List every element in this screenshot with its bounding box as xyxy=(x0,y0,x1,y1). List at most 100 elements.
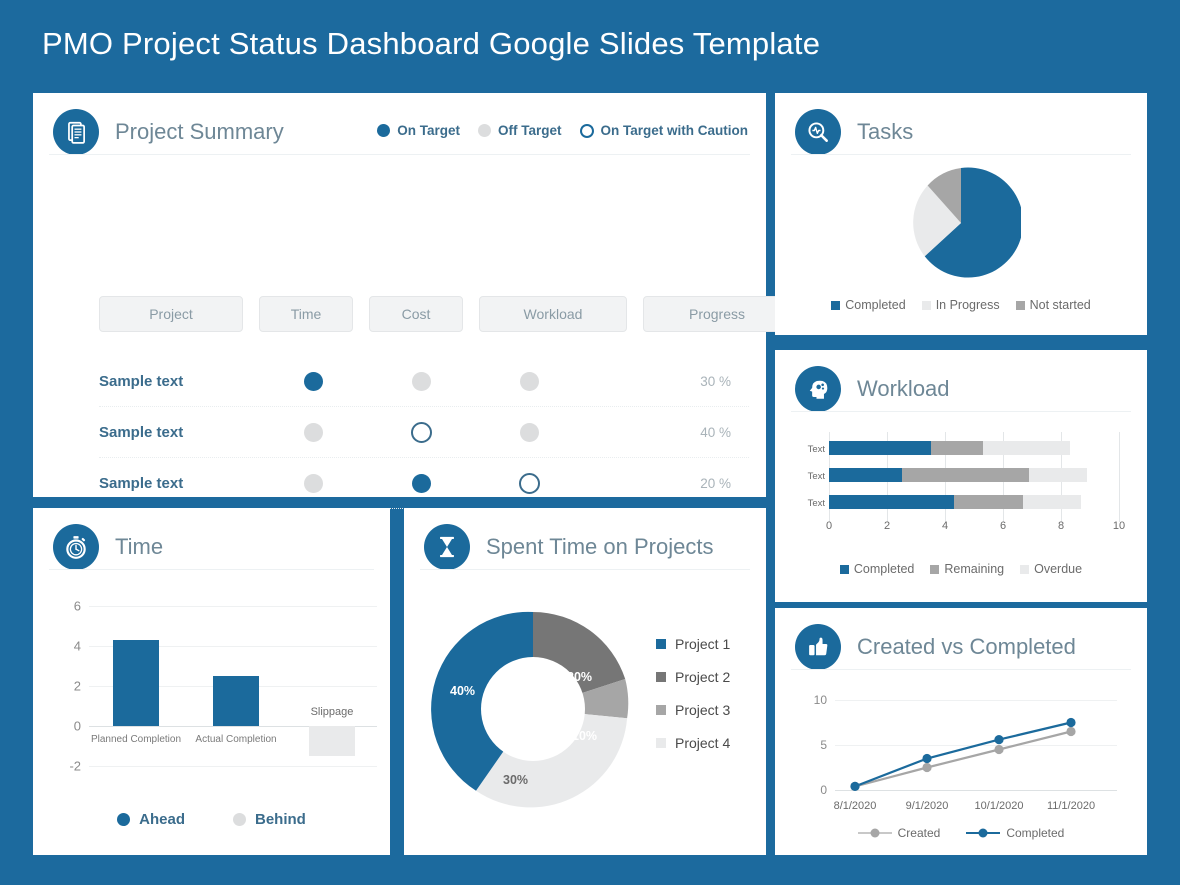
tasks-title: Tasks xyxy=(857,119,914,144)
y-tick: 2 xyxy=(73,678,81,694)
legend-item-created: Created xyxy=(857,826,941,840)
legend-label: Not started xyxy=(1029,298,1091,312)
x-tick: 10 xyxy=(1112,520,1126,532)
table-row[interactable]: Sample text 20 % xyxy=(99,458,749,509)
status-dot-icon xyxy=(303,473,323,493)
gridline xyxy=(1119,432,1120,522)
time-header: Time xyxy=(33,508,390,570)
y-tick: 10 xyxy=(813,693,827,707)
document-icon xyxy=(53,109,99,155)
column-header-progress[interactable]: Progress xyxy=(643,296,791,332)
legend-item-overdue: Overdue xyxy=(1020,562,1082,576)
x-tick: 8 xyxy=(1057,520,1065,532)
table-row xyxy=(829,468,1088,482)
legend-item-project-1: Project 1 xyxy=(656,636,730,652)
x-tick: 6 xyxy=(999,520,1007,532)
legend-item-ahead: Ahead xyxy=(117,811,185,828)
workload-legend: Completed Remaining Overdue xyxy=(775,562,1147,576)
project-summary-title: Project Summary xyxy=(115,119,284,144)
status-dot-icon xyxy=(411,473,431,493)
legend-item-off-target: Off Target xyxy=(478,123,562,138)
stopwatch-icon xyxy=(53,524,99,570)
legend-label: Created xyxy=(897,826,941,840)
summary-legend: On Target Off Target On Target with Caut… xyxy=(377,123,748,138)
table-row[interactable]: Sample text 40 % xyxy=(99,407,749,458)
header-divider xyxy=(420,569,750,570)
workload-status-cell xyxy=(475,472,583,494)
legend-item-completed: Completed xyxy=(839,562,914,576)
behind-dot-icon xyxy=(233,813,246,826)
created-vs-completed-line-chart: 10 5 0 8/1/2020 9/1/2020 10/1/2020 11/1/… xyxy=(793,693,1123,820)
legend-label: Behind xyxy=(255,811,306,828)
project-name: Sample text xyxy=(99,423,184,441)
donut-label-project-4: 30% xyxy=(503,773,529,787)
time-legend: Ahead Behind xyxy=(33,811,390,828)
progress-value: 20 % xyxy=(700,475,731,491)
x-tick: 10/1/2020 xyxy=(974,800,1024,812)
gridline xyxy=(89,766,377,767)
workload-status-cell xyxy=(475,371,583,391)
time-bar-chart: 6 4 2 0 -2 Slippage Planned Completion A… xyxy=(51,599,381,786)
column-header-cost[interactable]: Cost xyxy=(369,296,463,332)
table-row xyxy=(829,495,1082,509)
legend-label: Overdue xyxy=(1034,562,1083,576)
donut-label-project-1: 40% xyxy=(450,684,476,698)
legend-label: On Target with Caution xyxy=(600,123,749,138)
x-tick: 4 xyxy=(941,520,949,532)
legend-item-behind: Behind xyxy=(233,811,306,828)
status-dot-icon xyxy=(303,371,323,391)
x-tick: 0 xyxy=(825,520,833,532)
thumbs-up-icon xyxy=(795,624,841,670)
spent-time-header: Spent Time on Projects xyxy=(404,508,766,570)
legend-swatch xyxy=(839,564,849,574)
legend-label: Project 3 xyxy=(675,702,731,718)
line-series-created xyxy=(854,730,1072,788)
table-row[interactable]: Sample text 30 % xyxy=(99,356,749,407)
data-point-completed xyxy=(922,753,932,764)
legend-swatch xyxy=(656,672,666,682)
bar-slippage xyxy=(309,726,355,756)
legend-swatch xyxy=(1015,300,1025,310)
legend-item-completed: Completed xyxy=(966,826,1064,840)
legend-label: Remaining xyxy=(944,562,1005,576)
legend-item-on-target-caution: On Target with Caution xyxy=(579,123,749,138)
legend-item-in-progress: In Progress xyxy=(921,298,1000,312)
off-target-dot-icon xyxy=(478,124,491,137)
column-header-workload[interactable]: Workload xyxy=(479,296,627,332)
data-point-completed xyxy=(850,781,860,791)
legend-label: On Target xyxy=(397,123,460,138)
legend-label: Project 2 xyxy=(675,669,731,685)
donut-label-project-3: 10% xyxy=(572,729,598,743)
status-ring-icon xyxy=(410,421,432,443)
time-title: Time xyxy=(115,534,164,559)
head-gears-icon xyxy=(795,366,841,412)
tasks-pie-chart xyxy=(775,163,1147,283)
column-header-project[interactable]: Project xyxy=(99,296,243,332)
bar-segment-remaining xyxy=(930,441,983,455)
legend-item-project-4: Project 4 xyxy=(656,735,730,751)
ahead-dot-icon xyxy=(117,813,131,826)
spent-time-title: Spent Time on Projects xyxy=(486,534,714,559)
header-divider xyxy=(791,154,1131,155)
project-name: Sample text xyxy=(99,372,184,390)
workload-status-cell xyxy=(475,422,583,442)
x-tick: 2 xyxy=(883,520,891,532)
category-label-planned: Planned Completion xyxy=(90,734,182,745)
column-header-time[interactable]: Time xyxy=(259,296,353,332)
y-tick: 4 xyxy=(73,638,81,654)
legend-label: Off Target xyxy=(498,123,562,138)
y-tick: 0 xyxy=(73,718,81,734)
data-point-created xyxy=(922,762,932,773)
slippage-annotation: Slippage xyxy=(310,706,354,718)
legend-swatch xyxy=(1020,564,1030,574)
bar-segment-remaining xyxy=(953,495,1024,509)
on-target-caution-ring-icon xyxy=(579,123,594,138)
legend-label: Ahead xyxy=(139,811,185,828)
summary-column-headers: Project Time Cost Workload Progress xyxy=(99,296,791,332)
project-name: Sample text xyxy=(99,474,184,492)
status-dot-icon xyxy=(519,371,539,391)
workload-title: Workload xyxy=(857,376,950,401)
category-label: Text xyxy=(807,471,825,482)
created-vs-completed-legend: Created Completed xyxy=(775,826,1147,840)
data-point-completed xyxy=(1066,717,1076,728)
